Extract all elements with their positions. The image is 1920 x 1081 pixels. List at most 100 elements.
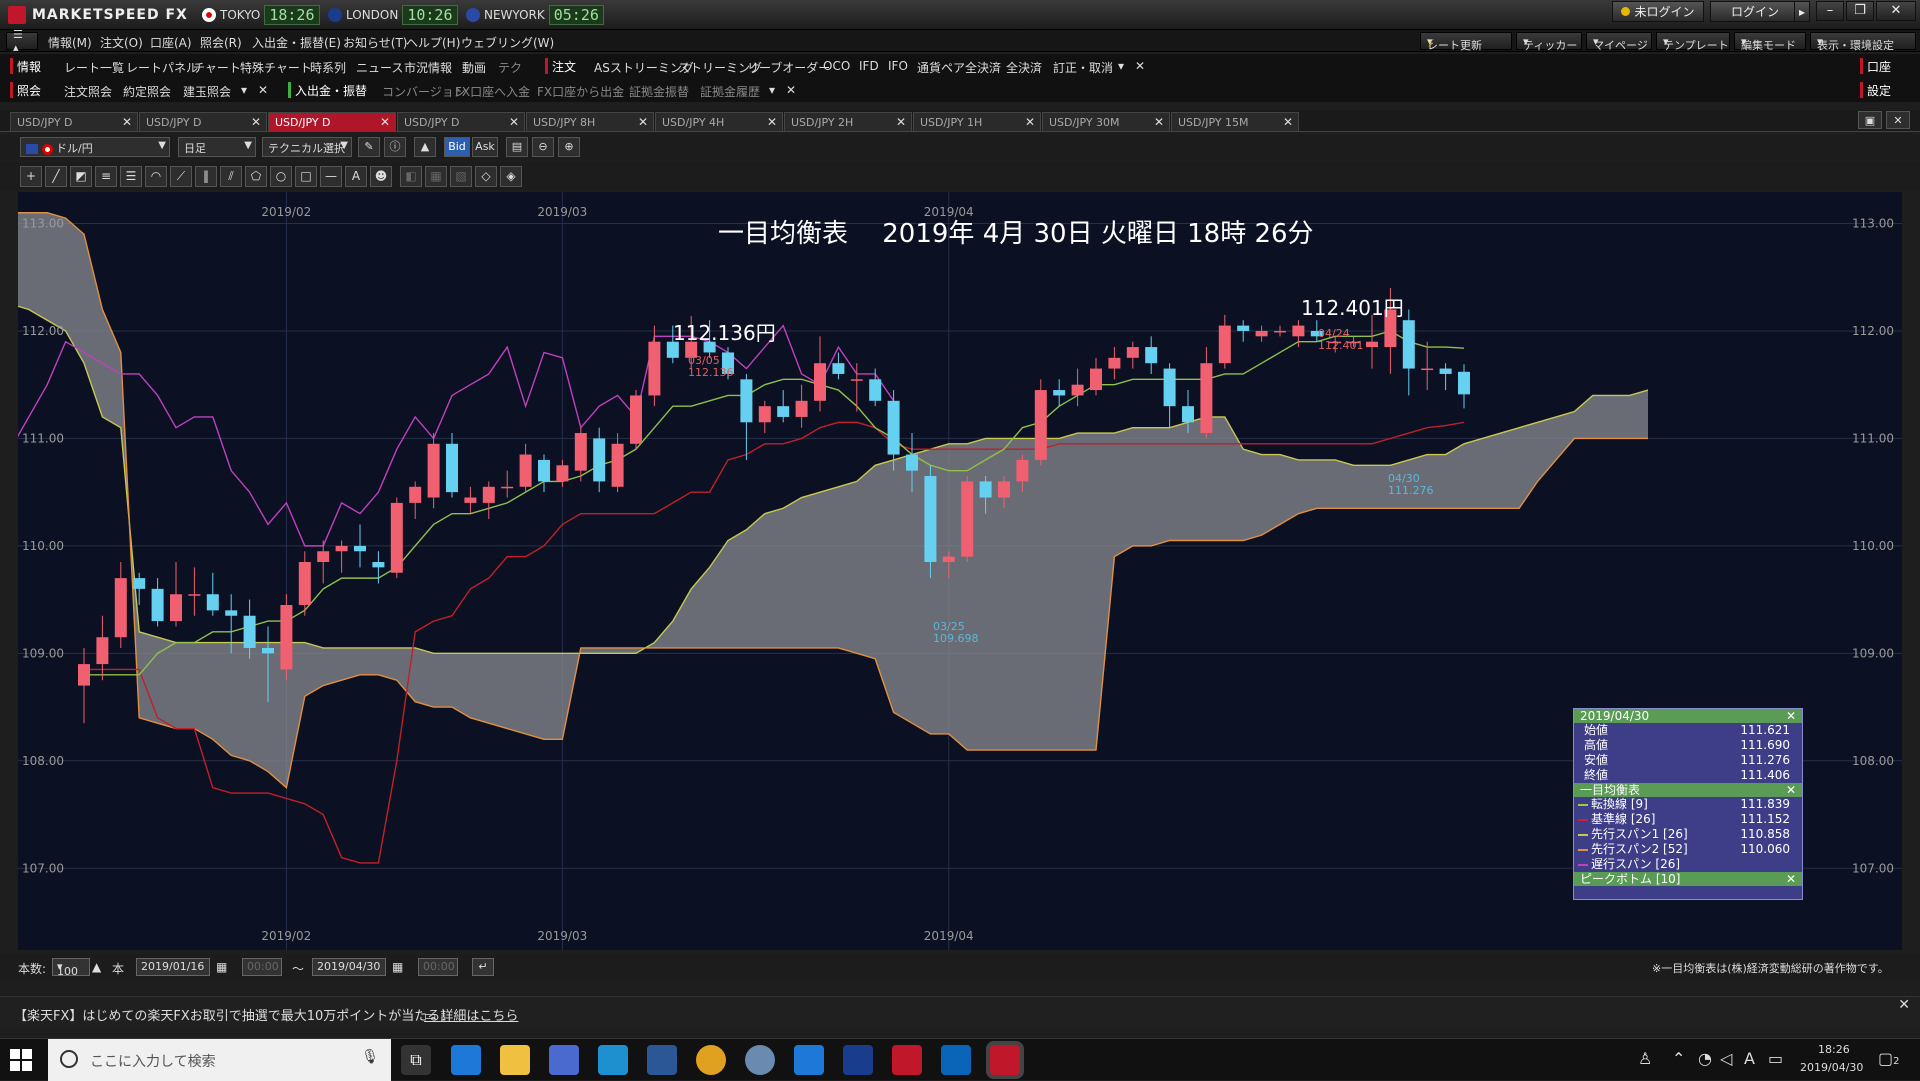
taskbar-time[interactable]: 18:26 xyxy=(1818,1043,1850,1056)
rate-update-dropdown[interactable]: ⚡ レート更新 ▾ xyxy=(1420,32,1512,52)
crosshair-icon[interactable]: + xyxy=(20,166,42,187)
word-icon[interactable] xyxy=(647,1045,677,1075)
close-icon[interactable]: ✕ xyxy=(1786,709,1796,723)
taskbar-search[interactable]: ここに入力して検索 🎙 xyxy=(48,1039,391,1081)
close-icon[interactable]: ✕ xyxy=(896,115,906,129)
fib-arc-icon[interactable]: ◠ xyxy=(145,166,167,187)
chart-tab[interactable]: USD/JPY D ✕ xyxy=(10,112,138,132)
close-icon[interactable]: ✕ xyxy=(1154,115,1164,129)
nav-close-icon[interactable]: ✕ xyxy=(1135,59,1145,73)
chart-tab[interactable]: USD/JPY 2H ✕ xyxy=(784,112,912,132)
to-time-input[interactable]: 00:00 xyxy=(418,958,458,976)
nav-market[interactable]: 市況情報 xyxy=(404,59,452,76)
nav-more-chevron-icon[interactable]: ▾ xyxy=(241,83,247,97)
technical-select[interactable]: テクニカル選択 ▼ xyxy=(262,137,352,157)
count-input[interactable]: 100 ▾ xyxy=(52,958,90,978)
nav-timeseries[interactable]: 時系列 xyxy=(310,59,346,76)
delete-icon[interactable]: ◇ xyxy=(475,166,497,187)
nav-exec-inquiry[interactable]: 約定照会 xyxy=(123,83,171,100)
menu-webring[interactable]: ウェブリング(W) xyxy=(461,34,554,51)
edge-icon[interactable] xyxy=(794,1045,824,1075)
nav-ifo[interactable]: IFO xyxy=(888,59,908,73)
menu-inquiry[interactable]: 照会(R) xyxy=(200,34,242,51)
nav-position-inquiry[interactable]: 建玉照会 xyxy=(183,83,231,100)
marketspeed-icon[interactable] xyxy=(892,1045,922,1075)
nav-news[interactable]: ニュース xyxy=(356,59,403,76)
menu-deposit[interactable]: 入出金・振替(E) xyxy=(252,34,341,51)
chart-tab[interactable]: USD/JPY D ✕ xyxy=(139,112,267,132)
circle-icon[interactable]: ○ xyxy=(270,166,292,187)
ie-icon[interactable] xyxy=(451,1045,481,1075)
bid-button[interactable]: Bid xyxy=(444,137,470,157)
refresh-icon[interactable]: ↵ xyxy=(472,958,494,976)
calendar-icon[interactable]: ▦ xyxy=(392,960,403,974)
text-icon[interactable]: A xyxy=(345,166,367,187)
nav-rate-list[interactable]: レート一覧 xyxy=(64,59,124,76)
nav-fx-deposit[interactable]: FX口座へ入金 xyxy=(455,83,530,100)
fib-retracement-icon[interactable]: ☰ xyxy=(120,166,142,187)
nav-more-chevron-icon[interactable]: ▾ xyxy=(1118,59,1124,73)
task-view-icon[interactable]: ⧉ xyxy=(401,1045,431,1075)
close-icon[interactable]: ✕ xyxy=(251,115,261,129)
microphone-icon[interactable]: 🎙 xyxy=(361,1049,379,1065)
section-order[interactable]: 注文 xyxy=(545,58,576,74)
nav-leave-order[interactable]: リーブオーダー xyxy=(747,59,830,76)
close-icon[interactable]: ✕ xyxy=(1025,115,1035,129)
section-settings[interactable]: 設定 xyxy=(1860,82,1891,98)
fan-lines-icon[interactable]: ⟋ xyxy=(170,166,192,187)
close-chart-icon[interactable]: ✕ xyxy=(1886,111,1910,129)
nav-video[interactable]: 動画 xyxy=(462,59,486,76)
chart-tab[interactable]: USD/JPY 8H ✕ xyxy=(526,112,654,132)
template-dropdown[interactable]: テンプレート ▾ xyxy=(1656,32,1730,52)
currency-pair-select[interactable]: ドル/円 ▼ xyxy=(20,137,170,157)
app-icon[interactable] xyxy=(843,1045,873,1075)
nav-amend-cancel[interactable]: 訂正・取消 xyxy=(1053,59,1113,76)
app-window-icon[interactable] xyxy=(598,1045,628,1075)
count-up-icon[interactable]: ▲ xyxy=(92,960,101,974)
vertical-lines-icon[interactable]: ‖ xyxy=(195,166,217,187)
network-icon[interactable]: ◔ xyxy=(1698,1049,1712,1068)
layers-icon[interactable]: ▦ xyxy=(425,166,447,187)
screenshot-icon[interactable]: ▤ xyxy=(506,137,528,157)
hline-icon[interactable]: — xyxy=(320,166,342,187)
outlook-icon[interactable] xyxy=(941,1045,971,1075)
chart-tab[interactable]: USD/JPY 15M ✕ xyxy=(1171,112,1299,132)
display-settings-dropdown[interactable]: 表示・環境設定 ▾ xyxy=(1810,32,1916,52)
section-inquiry[interactable]: 照会 xyxy=(10,82,41,98)
menu-help[interactable]: ヘルプ(H) xyxy=(406,34,460,51)
ticker-dropdown[interactable]: ティッカー ▾ xyxy=(1516,32,1582,52)
mypage-dropdown[interactable]: マイページ ▾ xyxy=(1586,32,1652,52)
trendline-icon[interactable]: ╱ xyxy=(45,166,67,187)
eraser-icon[interactable]: ◩ xyxy=(70,166,92,187)
section-account[interactable]: 口座 xyxy=(1860,58,1891,74)
browser-icon[interactable] xyxy=(745,1045,775,1075)
channel-icon[interactable]: ⫽ xyxy=(220,166,242,187)
maximize-icon[interactable]: ▣ xyxy=(1858,111,1882,129)
icon-stamp-icon[interactable]: ☻ xyxy=(370,166,392,187)
taskbar-date[interactable]: 2019/04/30 xyxy=(1800,1061,1863,1074)
from-time-input[interactable]: 00:00 xyxy=(242,958,282,976)
nav-oco[interactable]: OCO xyxy=(823,59,850,73)
section-info[interactable]: 情報 xyxy=(10,58,41,74)
timeframe-select[interactable]: 日足 ▼ xyxy=(178,137,256,157)
nav-rate-panel[interactable]: レートパネル xyxy=(126,59,198,76)
close-icon[interactable]: ✕ xyxy=(638,115,648,129)
chart-type-icon[interactable]: ▲ xyxy=(414,137,436,157)
chart-area[interactable]: 113.00 113.00 112.00 112.00 111.00 111.00 110.… xyxy=(0,192,1902,950)
hamburger-menu-button[interactable]: ☰ ▴ xyxy=(6,28,38,54)
keyboard-icon[interactable]: ▭ xyxy=(1768,1049,1783,1068)
close-icon[interactable]: ✕ xyxy=(122,115,132,129)
zoom-out-icon[interactable]: ⊖ xyxy=(532,137,554,157)
nav-conversion[interactable]: コンバージョン xyxy=(382,83,466,100)
close-icon[interactable]: ✕ xyxy=(1786,872,1796,886)
chart-tab[interactable]: USD/JPY 4H ✕ xyxy=(655,112,783,132)
people-icon[interactable]: ♙ xyxy=(1638,1049,1652,1068)
pen-icon[interactable]: ✎ xyxy=(358,137,380,157)
info-icon[interactable]: ⓘ xyxy=(384,137,406,157)
file-explorer-icon[interactable] xyxy=(500,1045,530,1075)
section-deposit[interactable]: 入出金・振替 xyxy=(288,82,367,98)
nav-margin-transfer[interactable]: 証拠金振替 xyxy=(629,83,689,100)
nav-fx-withdraw[interactable]: FX口座から出金 xyxy=(537,83,624,100)
menu-info[interactable]: 情報(M) xyxy=(48,34,92,51)
close-icon[interactable]: ✕ xyxy=(380,115,390,129)
